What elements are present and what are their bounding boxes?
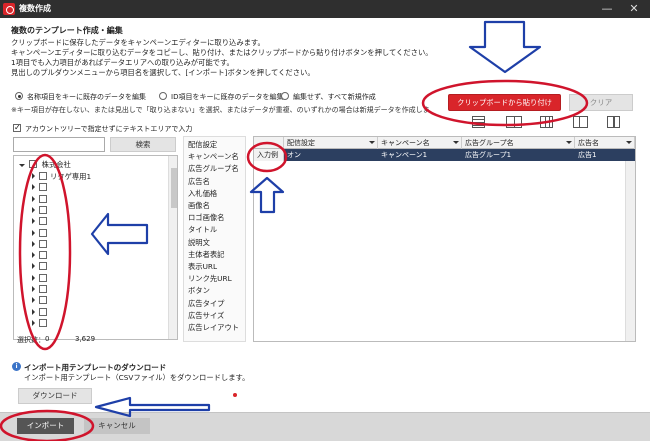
highlight-row-label-ellipse bbox=[246, 141, 288, 173]
annotation-arrow-down-icon bbox=[468, 20, 542, 74]
annotation-overlay bbox=[0, 20, 589, 441]
highlight-import-ellipse bbox=[0, 409, 95, 441]
annotation-arrow-up-icon bbox=[249, 176, 285, 214]
highlight-tree-ellipse bbox=[18, 153, 72, 351]
annotation-arrow-left-icon bbox=[90, 212, 149, 256]
annotation-arrow-left-icon bbox=[94, 396, 211, 418]
highlight-paste-ellipse bbox=[421, 79, 589, 127]
